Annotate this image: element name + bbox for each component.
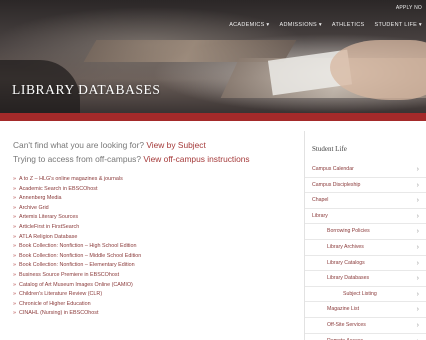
list-item[interactable]: » Children's Literature Review (CLR) — [13, 290, 288, 300]
sidebar-item-label: Borrowing Policies — [327, 228, 370, 235]
list-item[interactable]: » Business Source Premiere in EBSCOhost — [13, 271, 288, 281]
chevron-right-icon: › — [416, 244, 419, 251]
bullet-icon: » — [13, 281, 16, 288]
sidebar-item-campus-calendar[interactable]: Campus Calendar › — [305, 162, 426, 178]
chevron-right-icon: › — [416, 228, 419, 236]
nav-athletics[interactable]: ATHLETICS — [332, 22, 365, 28]
database-link[interactable]: Book Collection: Nonfiction – Elementary… — [19, 262, 135, 268]
database-link[interactable]: Chronicle of Higher Education — [19, 301, 91, 307]
intro-line2: Trying to access from off-campus? — [13, 154, 141, 164]
sidebar-item-label: Subject Listing — [343, 290, 377, 297]
sidebar-item-label: Campus Calendar — [312, 166, 354, 172]
database-list: » A to Z – HLG's online magazines & journ… — [13, 175, 288, 319]
nav-academics[interactable]: ACADEMICS ▾ — [229, 22, 269, 28]
chevron-right-icon: › — [416, 197, 419, 205]
database-link[interactable]: Annenberg Media — [19, 195, 62, 201]
sidebar-item-label: Off-Site Services — [327, 322, 366, 328]
sidebar-item-library-databases[interactable]: Library Databases › — [305, 271, 426, 287]
sidebar-item-magazine-list[interactable]: Magazine List › — [305, 302, 426, 318]
sidebar-item-campus-discipleship[interactable]: Campus Discipleship › — [305, 178, 426, 194]
bullet-icon: » — [13, 252, 16, 259]
sidebar-item-label: Remote Access — [327, 334, 363, 340]
bullet-icon: » — [13, 291, 16, 298]
chevron-right-icon: › — [416, 166, 419, 173]
sidebar-item-library-catalogs[interactable]: Library Catalogs › — [305, 256, 426, 272]
sidebar-item-label: Chapel — [312, 197, 329, 204]
database-link[interactable]: ArticleFirst in FirstSearch — [19, 224, 79, 230]
bullet-icon: » — [13, 195, 16, 202]
database-link[interactable]: Book Collection: Nonfiction – Middle Sch… — [19, 253, 141, 259]
sidebar-item-subject-listing[interactable]: Subject Listing › — [305, 287, 426, 303]
sidebar-item-remote-access[interactable]: Remote Access › — [305, 334, 426, 340]
bullet-icon: » — [13, 243, 16, 250]
database-link[interactable]: Business Source Premiere in EBSCOhost — [19, 272, 119, 278]
chevron-right-icon: › — [416, 212, 419, 220]
list-item[interactable]: » ATLA Religion Database — [13, 233, 288, 243]
bullet-icon: » — [13, 214, 16, 221]
chevron-right-icon: › — [416, 322, 419, 329]
hero-banner: APPLY NO ACADEMICS ▾ ADMISSIONS ▾ ATHLET… — [0, 0, 426, 113]
sidebar-item-borrowing-policies[interactable]: Borrowing Policies › — [305, 224, 426, 240]
database-link[interactable]: Children's Literature Review (CLR) — [19, 291, 102, 297]
list-item[interactable]: » Archive Grid — [13, 204, 288, 214]
bullet-icon: » — [13, 300, 16, 307]
sidebar: Student Life Campus Calendar › Campus Disc… — [304, 131, 426, 340]
database-link[interactable]: Archive Grid — [19, 205, 49, 211]
list-item[interactable]: » Book Collection: Nonfiction – High Scho… — [13, 242, 288, 252]
nav-student-life[interactable]: STUDENT LIFE ▾ — [374, 22, 422, 28]
chevron-right-icon: › — [416, 290, 419, 298]
sidebar-item-chapel[interactable]: Chapel › — [305, 193, 426, 209]
sidebar-item-label: Magazine List — [327, 306, 360, 313]
sidebar-heading: Student Life — [312, 145, 347, 153]
bullet-icon: » — [13, 271, 16, 278]
sidebar-item-off-site-services[interactable]: Off-Site Services › — [305, 318, 426, 334]
database-link[interactable]: Book Collection: Nonfiction – High Schoo… — [19, 243, 136, 249]
bullet-icon: » — [13, 233, 16, 240]
sidebar-item-label: Library Archives — [327, 244, 364, 250]
main-nav: ACADEMICS ▾ ADMISSIONS ▾ ATHLETICS STUDE… — [229, 22, 422, 28]
database-link[interactable]: A to Z – HLG's online magazines & journa… — [19, 176, 123, 182]
view-by-subject-link[interactable]: View by Subject — [146, 140, 205, 150]
chevron-right-icon: › — [416, 306, 419, 314]
database-link[interactable]: Academic Search in EBSCOhost — [19, 186, 98, 192]
database-link[interactable]: Catalog of Art Museum Images Online (CAM… — [19, 282, 133, 288]
list-item[interactable]: » Book Collection: Nonfiction – Elementar… — [13, 261, 288, 271]
chevron-right-icon: › — [416, 275, 419, 283]
accent-bar — [0, 113, 426, 121]
bullet-icon: » — [13, 176, 16, 182]
database-link[interactable]: ATLA Religion Database — [19, 234, 77, 240]
bullet-icon: » — [13, 185, 16, 192]
sidebar-item-label: Library Databases — [327, 275, 370, 282]
chevron-right-icon: › — [416, 181, 419, 189]
sidebar-item-label: Campus Discipleship — [312, 181, 361, 188]
chevron-right-icon: › — [416, 259, 419, 267]
nav-admissions[interactable]: ADMISSIONS ▾ — [279, 22, 321, 28]
sidebar-item-label: Library — [312, 212, 328, 219]
bullet-icon: » — [13, 204, 16, 211]
intro-text: Can't find what you are looking for? Vie… — [13, 138, 288, 166]
list-item[interactable]: » Academic Search in EBSCOhost — [13, 185, 288, 195]
main-content: Can't find what you are looking for? Vie… — [13, 138, 288, 319]
sidebar-item-label: Library Catalogs — [327, 259, 365, 266]
page-title: LIBRARY DATABASES — [12, 82, 161, 97]
bullet-icon: » — [13, 223, 16, 230]
list-item[interactable]: » Catalog of Art Museum Images Online (CA… — [13, 281, 288, 291]
list-item[interactable]: » Chronicle of Higher Education — [13, 300, 288, 310]
database-link[interactable]: Artemis Literary Sources — [19, 214, 78, 220]
list-item[interactable]: » A to Z – HLG's online magazines & journ… — [13, 175, 288, 185]
intro-line1: Can't find what you are looking for? — [13, 140, 145, 150]
off-campus-instructions-link[interactable]: View off-campus instructions — [143, 154, 249, 164]
bullet-icon: » — [13, 262, 16, 269]
sidebar-item-library-archives[interactable]: Library Archives › — [305, 240, 426, 256]
list-item[interactable]: » ArticleFirst in FirstSearch — [13, 223, 288, 233]
list-item[interactable]: » Annenberg Media — [13, 194, 288, 204]
bullet-icon: » — [13, 310, 16, 317]
list-item[interactable]: » Artemis Literary Sources — [13, 213, 288, 223]
sidebar-item-library[interactable]: Library › — [305, 209, 426, 225]
apply-now-link[interactable]: APPLY NO — [396, 5, 422, 11]
list-item[interactable]: » CINAHL (Nursing) in EBSCOhost — [13, 309, 288, 319]
chevron-right-icon: › — [417, 334, 419, 340]
database-link[interactable]: CINAHL (Nursing) in EBSCOhost — [19, 310, 99, 316]
list-item[interactable]: » Book Collection: Nonfiction – Middle Sc… — [13, 252, 288, 262]
